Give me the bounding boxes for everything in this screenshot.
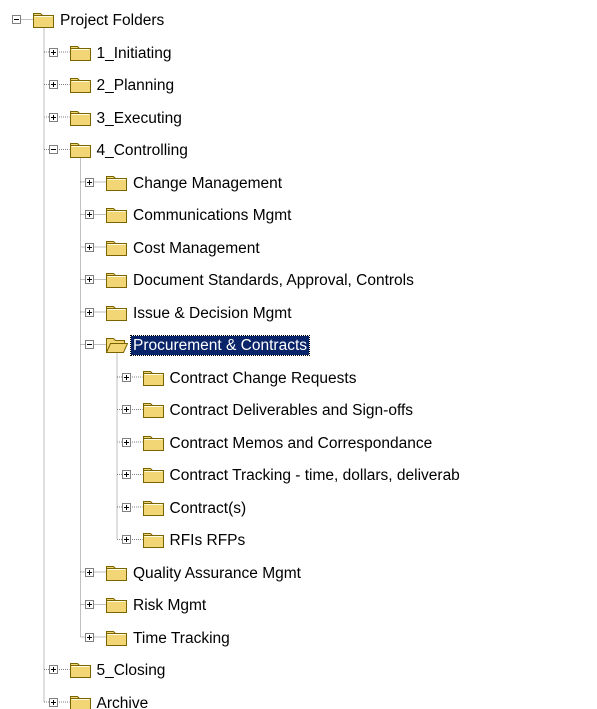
expand-icon[interactable] bbox=[121, 405, 131, 414]
tree-node-2-planning[interactable]: 2_Planning bbox=[0, 72, 597, 100]
collapse-icon[interactable] bbox=[85, 340, 94, 349]
tree-node-label[interactable]: 5_Closing bbox=[95, 661, 168, 680]
folder-tree[interactable]: Project Folders 1_Initiating 2_Planning 3_E… bbox=[0, 0, 597, 709]
expand-icon[interactable] bbox=[48, 697, 58, 707]
tree-node-change-management[interactable]: Change Management bbox=[0, 170, 597, 198]
folder-icon bbox=[142, 500, 165, 516]
tree-node-label[interactable]: Procurement & Contracts bbox=[129, 335, 311, 356]
expand-icon[interactable] bbox=[121, 470, 131, 479]
open-folder-icon bbox=[106, 337, 128, 353]
tree-node-contract-memos-and-correspondance[interactable]: Contract Memos and Correspondance bbox=[0, 430, 597, 458]
folder-icon bbox=[106, 175, 128, 191]
tree-node-contract-change-requests[interactable]: Contract Change Requests bbox=[0, 365, 597, 393]
tree-node-contract-tracking-time-dollars-deliverab[interactable]: Contract Tracking - time, dollars, deliv… bbox=[0, 462, 597, 490]
folder-icon bbox=[106, 597, 128, 613]
tree-node-archive[interactable]: Archive bbox=[0, 690, 597, 709]
folder-icon bbox=[69, 695, 92, 709]
tree-node-project-folders[interactable]: Project Folders bbox=[0, 7, 597, 35]
folder-icon bbox=[142, 532, 165, 548]
tree-node-label[interactable]: Contract Tracking - time, dollars, deliv… bbox=[168, 466, 462, 485]
expand-icon[interactable] bbox=[85, 242, 94, 252]
expand-icon[interactable] bbox=[85, 177, 94, 187]
folder-icon bbox=[69, 110, 92, 126]
folder-icon bbox=[106, 272, 128, 288]
expand-icon[interactable] bbox=[121, 437, 131, 447]
folder-icon bbox=[142, 402, 165, 418]
folder-icon bbox=[106, 565, 128, 581]
tree-node-cost-management[interactable]: Cost Management bbox=[0, 235, 597, 263]
folder-icon bbox=[69, 45, 92, 61]
tree-node-label[interactable]: Risk Mgmt bbox=[131, 596, 208, 615]
tree-node-time-tracking[interactable]: Time Tracking bbox=[0, 625, 597, 653]
tree-node-label[interactable]: Project Folders bbox=[58, 11, 166, 30]
expand-icon[interactable] bbox=[48, 665, 58, 674]
folder-icon bbox=[142, 370, 165, 386]
tree-node-label[interactable]: 1_Initiating bbox=[95, 44, 174, 63]
tree-node-5-closing[interactable]: 5_Closing bbox=[0, 657, 597, 685]
tree-node-label[interactable]: Communications Mgmt bbox=[131, 206, 294, 225]
folder-icon bbox=[106, 240, 128, 256]
expand-icon[interactable] bbox=[85, 307, 94, 317]
folder-icon bbox=[106, 630, 128, 646]
folder-icon bbox=[106, 207, 128, 223]
expand-icon[interactable] bbox=[48, 112, 58, 122]
tree-node-contract-s[interactable]: Contract(s) bbox=[0, 495, 597, 523]
expand-icon[interactable] bbox=[85, 275, 94, 284]
tree-node-label[interactable]: Time Tracking bbox=[131, 629, 232, 648]
tree-node-label[interactable]: Quality Assurance Mgmt bbox=[131, 564, 303, 583]
tree-node-label[interactable]: Document Standards, Approval, Controls bbox=[131, 271, 416, 290]
collapse-icon[interactable] bbox=[48, 145, 58, 154]
folder-icon bbox=[142, 467, 165, 483]
expand-icon[interactable] bbox=[121, 502, 131, 512]
folder-icon bbox=[142, 435, 165, 451]
tree-node-label[interactable]: Issue & Decision Mgmt bbox=[131, 304, 294, 323]
expand-icon[interactable] bbox=[85, 632, 94, 642]
tree-node-label[interactable]: 2_Planning bbox=[95, 76, 177, 95]
tree-node-rfis-rfps[interactable]: RFIs RFPs bbox=[0, 527, 597, 555]
expand-icon[interactable] bbox=[48, 47, 58, 57]
tree-node-label[interactable]: 4_Controlling bbox=[95, 141, 190, 160]
tree-node-label[interactable]: Archive bbox=[95, 694, 151, 709]
tree-node-label[interactable]: Contract Deliverables and Sign-offs bbox=[168, 401, 416, 420]
tree-node-3-executing[interactable]: 3_Executing bbox=[0, 105, 597, 133]
tree-node-label[interactable]: Contract(s) bbox=[168, 499, 249, 518]
tree-node-1-initiating[interactable]: 1_Initiating bbox=[0, 40, 597, 68]
tree-node-label[interactable]: Cost Management bbox=[131, 239, 262, 258]
folder-icon bbox=[106, 305, 128, 321]
expand-icon[interactable] bbox=[85, 600, 94, 609]
expand-icon[interactable] bbox=[85, 567, 94, 577]
tree-node-quality-assurance-mgmt[interactable]: Quality Assurance Mgmt bbox=[0, 560, 597, 588]
folder-icon bbox=[69, 142, 92, 158]
collapse-icon[interactable] bbox=[12, 15, 21, 24]
folder-icon bbox=[69, 77, 92, 93]
tree-node-risk-mgmt[interactable]: Risk Mgmt bbox=[0, 592, 597, 620]
tree-node-label[interactable]: RFIs RFPs bbox=[168, 531, 248, 550]
expand-icon[interactable] bbox=[121, 535, 131, 544]
folder-icon bbox=[33, 12, 55, 28]
tree-node-label[interactable]: 3_Executing bbox=[95, 109, 184, 128]
expand-icon[interactable] bbox=[121, 372, 131, 382]
tree-node-procurement-and-contracts[interactable]: Procurement & Contracts bbox=[0, 332, 597, 360]
expand-icon[interactable] bbox=[48, 80, 58, 89]
tree-node-label[interactable]: Change Management bbox=[131, 174, 284, 193]
expand-icon[interactable] bbox=[85, 210, 94, 219]
folder-icon bbox=[69, 662, 92, 678]
tree-node-communications-mgmt[interactable]: Communications Mgmt bbox=[0, 202, 597, 230]
tree-node-label[interactable]: Contract Change Requests bbox=[168, 369, 359, 388]
tree-node-contract-deliverables-and-sign-offs[interactable]: Contract Deliverables and Sign-offs bbox=[0, 397, 597, 425]
tree-node-4-controlling[interactable]: 4_Controlling bbox=[0, 137, 597, 165]
tree-node-document-standards-approval-controls[interactable]: Document Standards, Approval, Controls bbox=[0, 267, 597, 295]
tree-node-label[interactable]: Contract Memos and Correspondance bbox=[168, 434, 435, 453]
tree-node-issue-and-decision-mgmt[interactable]: Issue & Decision Mgmt bbox=[0, 300, 597, 328]
